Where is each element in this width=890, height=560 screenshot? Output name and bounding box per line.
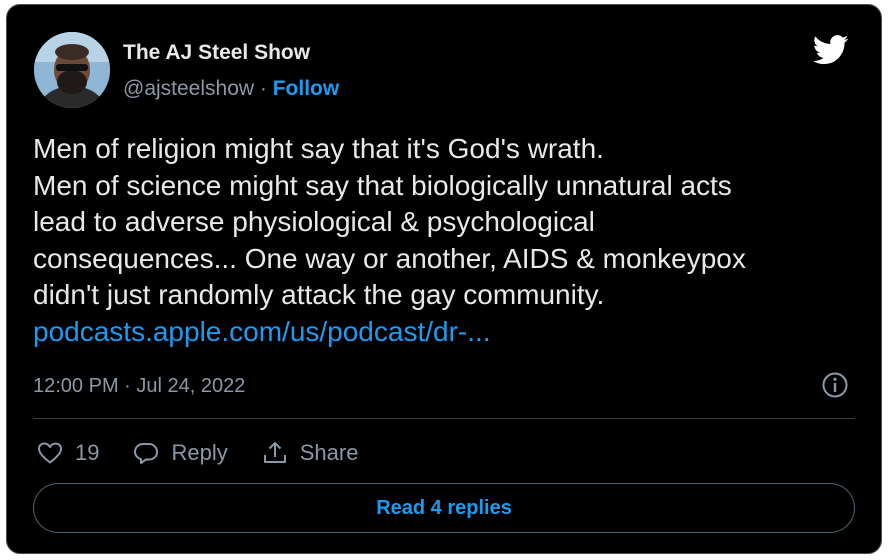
tweet-line: didn't just randomly attack the gay comm… [33,279,605,310]
author-handle-row: @ajsteelshow · Follow [123,77,339,101]
tweet-actions: 19 Reply Share [37,435,392,471]
author-name[interactable]: The AJ Steel Show [123,41,310,65]
like-button[interactable]: 19 [37,440,99,466]
share-icon [263,442,286,463]
info-icon[interactable] [821,371,849,399]
tweet-line: Men of religion might say that it's God'… [33,133,604,164]
tweet-timestamp[interactable]: 12:00 PM · Jul 24, 2022 [33,375,245,398]
twitter-bird-icon[interactable] [813,35,849,65]
tweet-line: Men of science might say that biological… [33,169,732,201]
divider [33,418,855,419]
tweet-link[interactable]: podcasts.apple.com/us/podcast/dr-... [33,314,863,351]
author-handle[interactable]: @ajsteelshow [123,77,254,100]
reply-button[interactable]: Reply [133,440,228,466]
handle-separator: · [259,77,273,100]
tweet-embed-card: The AJ Steel Show @ajsteelshow · Follow … [6,4,882,554]
reply-label: Reply [171,440,228,465]
follow-button[interactable]: Follow [273,77,340,100]
reply-bubble-icon [134,443,159,464]
like-count: 19 [75,440,100,465]
tweet-line: consequences... One way or another, AIDS… [33,242,746,274]
tweet-text: Men of religion might say that it's God'… [33,131,863,350]
share-label: Share [299,440,359,465]
tweet-line: lead to adverse physiological & psycholo… [33,206,595,237]
heart-icon [38,442,62,464]
share-button[interactable]: Share [262,440,359,466]
read-replies-button[interactable]: Read 4 replies [33,483,855,533]
avatar[interactable] [34,32,110,108]
